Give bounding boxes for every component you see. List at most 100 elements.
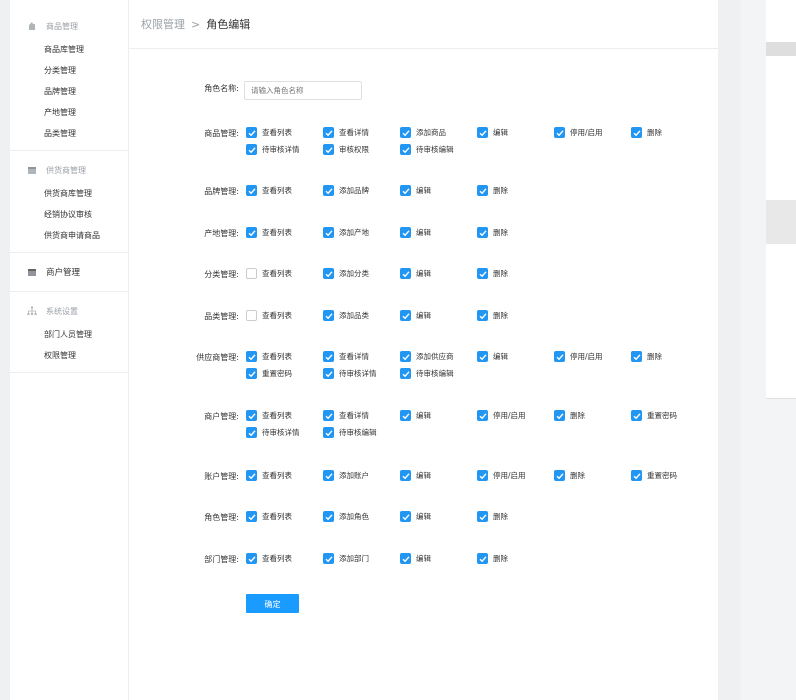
permission-checkbox[interactable]: 删除: [477, 310, 508, 321]
confirm-button[interactable]: 确定: [246, 594, 299, 613]
permission-checkbox[interactable]: 查看列表: [246, 410, 292, 421]
sidebar-item[interactable]: 权限管理: [10, 345, 128, 366]
permission-checkbox[interactable]: 删除: [477, 511, 508, 522]
sidebar-item[interactable]: 分类管理: [10, 60, 128, 81]
sidebar-item[interactable]: 产地管理: [10, 102, 128, 123]
permission-checkbox[interactable]: 编辑: [400, 410, 431, 421]
permission-checkbox[interactable]: 删除: [631, 351, 662, 362]
checkbox-checked-icon[interactable]: [400, 511, 411, 522]
checkbox-checked-icon[interactable]: [400, 351, 411, 362]
sidebar-item[interactable]: 品牌管理: [10, 81, 128, 102]
permission-checkbox[interactable]: 查看列表: [246, 185, 292, 196]
permission-checkbox[interactable]: 待审核编辑: [400, 368, 454, 379]
sidebar-group-header[interactable]: 商品管理: [10, 13, 128, 39]
checkbox-checked-icon[interactable]: [323, 310, 334, 321]
checkbox-checked-icon[interactable]: [477, 185, 488, 196]
permission-checkbox[interactable]: 待审核详情: [246, 427, 300, 438]
permission-checkbox[interactable]: 删除: [477, 553, 508, 564]
sidebar-item[interactable]: 品类管理: [10, 123, 128, 144]
permission-checkbox[interactable]: 删除: [554, 410, 585, 421]
permission-checkbox[interactable]: 查看列表: [246, 351, 292, 362]
permission-checkbox[interactable]: 编辑: [400, 227, 431, 238]
permission-checkbox[interactable]: 停用/启用: [477, 410, 526, 421]
checkbox-checked-icon[interactable]: [477, 127, 488, 138]
checkbox-checked-icon[interactable]: [246, 127, 257, 138]
checkbox-checked-icon[interactable]: [477, 511, 488, 522]
checkbox-checked-icon[interactable]: [400, 470, 411, 481]
checkbox-checked-icon[interactable]: [631, 470, 642, 481]
permission-checkbox[interactable]: 停用/启用: [477, 470, 526, 481]
permission-checkbox[interactable]: 删除: [554, 470, 585, 481]
permission-checkbox[interactable]: 查看列表: [246, 470, 292, 481]
permission-checkbox[interactable]: 删除: [477, 185, 508, 196]
checkbox-checked-icon[interactable]: [554, 410, 565, 421]
checkbox-checked-icon[interactable]: [631, 127, 642, 138]
permission-checkbox[interactable]: 添加角色: [323, 511, 369, 522]
checkbox-checked-icon[interactable]: [246, 185, 257, 196]
checkbox-checked-icon[interactable]: [400, 268, 411, 279]
sidebar-item[interactable]: 部门人员管理: [10, 324, 128, 345]
permission-checkbox[interactable]: 查看列表: [246, 310, 292, 321]
role-name-input[interactable]: [244, 81, 362, 100]
permission-checkbox[interactable]: 添加品牌: [323, 185, 369, 196]
checkbox-checked-icon[interactable]: [323, 268, 334, 279]
checkbox-unchecked-icon[interactable]: [246, 268, 257, 279]
permission-checkbox[interactable]: 重置密码: [246, 368, 292, 379]
permission-checkbox[interactable]: 编辑: [477, 351, 508, 362]
checkbox-checked-icon[interactable]: [477, 410, 488, 421]
checkbox-checked-icon[interactable]: [400, 127, 411, 138]
permission-checkbox[interactable]: 重置密码: [631, 410, 677, 421]
sidebar-item[interactable]: 经销协议审核: [10, 204, 128, 225]
checkbox-checked-icon[interactable]: [400, 553, 411, 564]
checkbox-checked-icon[interactable]: [554, 470, 565, 481]
permission-checkbox[interactable]: 重置密码: [631, 470, 677, 481]
sidebar-item[interactable]: 商品库管理: [10, 39, 128, 60]
checkbox-checked-icon[interactable]: [400, 185, 411, 196]
checkbox-checked-icon[interactable]: [477, 227, 488, 238]
permission-checkbox[interactable]: 添加产地: [323, 227, 369, 238]
permission-checkbox[interactable]: 编辑: [400, 553, 431, 564]
checkbox-checked-icon[interactable]: [631, 351, 642, 362]
permission-checkbox[interactable]: 查看列表: [246, 268, 292, 279]
checkbox-checked-icon[interactable]: [323, 511, 334, 522]
permission-checkbox[interactable]: 添加品类: [323, 310, 369, 321]
permission-checkbox[interactable]: 添加供应商: [400, 351, 454, 362]
permission-checkbox[interactable]: 审核权限: [323, 144, 369, 155]
checkbox-checked-icon[interactable]: [400, 410, 411, 421]
permission-checkbox[interactable]: 删除: [477, 268, 508, 279]
sidebar-group-header[interactable]: 系统设置: [10, 298, 128, 324]
checkbox-checked-icon[interactable]: [323, 470, 334, 481]
checkbox-checked-icon[interactable]: [246, 511, 257, 522]
sidebar-item[interactable]: 供货商申请商品: [10, 225, 128, 246]
checkbox-checked-icon[interactable]: [400, 368, 411, 379]
checkbox-checked-icon[interactable]: [477, 310, 488, 321]
permission-checkbox[interactable]: 编辑: [400, 511, 431, 522]
permission-checkbox[interactable]: 查看详情: [323, 351, 369, 362]
checkbox-checked-icon[interactable]: [631, 410, 642, 421]
checkbox-checked-icon[interactable]: [246, 351, 257, 362]
permission-checkbox[interactable]: 添加分类: [323, 268, 369, 279]
checkbox-checked-icon[interactable]: [246, 427, 257, 438]
checkbox-checked-icon[interactable]: [246, 144, 257, 155]
permission-checkbox[interactable]: 查看详情: [323, 127, 369, 138]
checkbox-checked-icon[interactable]: [400, 310, 411, 321]
permission-checkbox[interactable]: 添加部门: [323, 553, 369, 564]
checkbox-unchecked-icon[interactable]: [246, 310, 257, 321]
permission-checkbox[interactable]: 停用/启用: [554, 351, 603, 362]
permission-checkbox[interactable]: 编辑: [400, 470, 431, 481]
permission-checkbox[interactable]: 添加商品: [400, 127, 446, 138]
permission-checkbox[interactable]: 编辑: [400, 185, 431, 196]
checkbox-checked-icon[interactable]: [323, 410, 334, 421]
permission-checkbox[interactable]: 待审核编辑: [400, 144, 454, 155]
checkbox-checked-icon[interactable]: [477, 351, 488, 362]
permission-checkbox[interactable]: 删除: [477, 227, 508, 238]
checkbox-checked-icon[interactable]: [323, 368, 334, 379]
permission-checkbox[interactable]: 待审核详情: [323, 368, 377, 379]
permission-checkbox[interactable]: 编辑: [400, 310, 431, 321]
checkbox-checked-icon[interactable]: [323, 185, 334, 196]
checkbox-checked-icon[interactable]: [323, 227, 334, 238]
checkbox-checked-icon[interactable]: [400, 144, 411, 155]
permission-checkbox[interactable]: 查看详情: [323, 410, 369, 421]
checkbox-checked-icon[interactable]: [554, 127, 565, 138]
checkbox-checked-icon[interactable]: [323, 144, 334, 155]
